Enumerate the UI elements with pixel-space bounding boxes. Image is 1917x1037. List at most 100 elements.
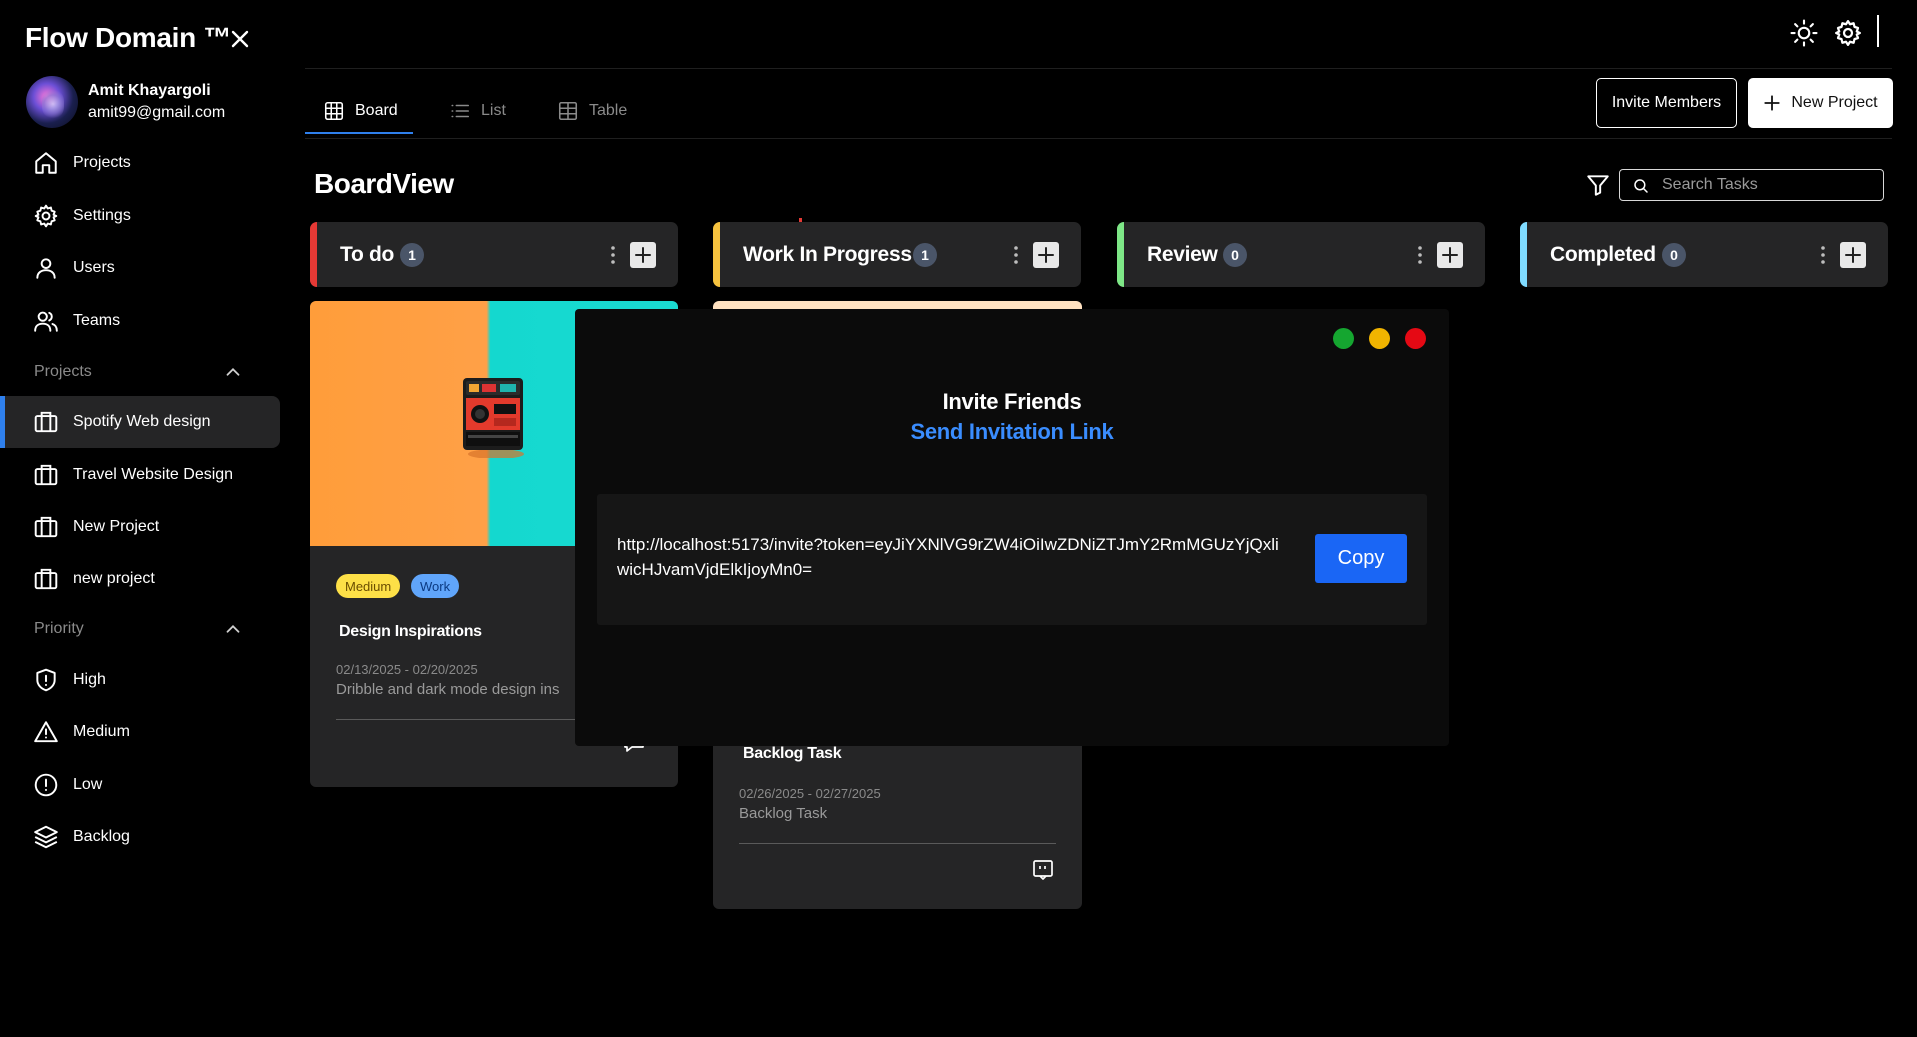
- header-divider-line: [305, 68, 1892, 69]
- layers-icon: [34, 825, 58, 849]
- column-header-todo: To do 1: [310, 222, 678, 287]
- gear-icon[interactable]: [1833, 18, 1863, 48]
- sidebar-item-settings[interactable]: Settings: [0, 190, 280, 242]
- column-color-bar: [310, 222, 317, 287]
- home-icon: [35, 152, 57, 174]
- sidebar: Flow Domain ™ Amit Khayargoli amit99@gma…: [0, 0, 290, 1037]
- sidebar-item-label: New Project: [73, 518, 160, 535]
- tab-label: Table: [589, 102, 628, 119]
- shield-alert-icon: [36, 668, 56, 692]
- column-header-in-progress: Work In Progress 1: [713, 222, 1081, 287]
- circle-alert-icon: [34, 773, 58, 797]
- chevron-up-icon[interactable]: [222, 618, 244, 640]
- invite-link-text[interactable]: http://localhost:5173/invite?token=eyJiY…: [617, 532, 1282, 582]
- user-email: amit99@gmail.com: [88, 104, 226, 121]
- briefcase-icon: [34, 568, 58, 590]
- sidebar-item-projects[interactable]: Projects: [0, 137, 280, 189]
- table-icon: [558, 101, 578, 121]
- sidebar-item-label: Backlog: [73, 828, 130, 845]
- search-input[interactable]: [1662, 172, 1877, 198]
- column-header-review: Review 0: [1117, 222, 1485, 287]
- copy-button[interactable]: Copy: [1315, 534, 1407, 583]
- column-count-badge: 0: [1223, 243, 1247, 267]
- invite-members-button[interactable]: Invite Members: [1596, 78, 1737, 128]
- more-vertical-icon[interactable]: [603, 244, 623, 266]
- tab-table[interactable]: Table: [557, 88, 627, 134]
- user-name: Amit Khayargoli: [88, 82, 211, 99]
- sidebar-item-label: High: [73, 671, 106, 688]
- column-count-badge: 1: [913, 243, 937, 267]
- tab-list[interactable]: List: [449, 88, 506, 134]
- search-box[interactable]: [1619, 169, 1884, 201]
- more-vertical-icon[interactable]: [1410, 244, 1430, 266]
- window-minimize-button[interactable]: [1369, 328, 1390, 349]
- column-title: Work In Progress: [743, 242, 912, 266]
- camera-image: [463, 378, 524, 458]
- comment-icon[interactable]: [1031, 858, 1055, 882]
- window-close-button[interactable]: [1405, 328, 1426, 349]
- avatar[interactable]: [26, 76, 78, 128]
- add-task-button[interactable]: [1437, 242, 1463, 268]
- column-header-completed: Completed 0: [1520, 222, 1888, 287]
- sidebar-item-label: Travel Website Design: [73, 466, 234, 483]
- briefcase-icon: [34, 411, 58, 433]
- column-color-bar: [713, 222, 720, 287]
- priority-section-label: Priority: [34, 620, 84, 637]
- window-maximize-button[interactable]: [1333, 328, 1354, 349]
- column-count-badge: 1: [400, 243, 424, 267]
- sidebar-item-teams[interactable]: Teams: [0, 295, 280, 347]
- column-color-bar: [1117, 222, 1124, 287]
- invite-modal: Invite Friends Send Invitation Link http…: [575, 309, 1449, 746]
- search-icon: [1634, 179, 1648, 193]
- card-title: Design Inspirations: [339, 623, 482, 640]
- sidebar-item-label: Spotify Web design: [73, 413, 211, 430]
- card-title: Backlog Task: [743, 745, 842, 762]
- card-description: Dribble and dark mode design ins: [336, 681, 560, 698]
- users-icon: [34, 311, 58, 332]
- tabs-divider: [305, 138, 1892, 139]
- column-color-bar: [1520, 222, 1527, 287]
- drop-indicator: [799, 218, 802, 222]
- new-project-button[interactable]: New Project: [1748, 78, 1893, 128]
- briefcase-icon: [34, 464, 58, 486]
- sidebar-item-label: Teams: [73, 312, 121, 329]
- sidebar-item-project-travel[interactable]: Travel Website Design: [0, 449, 280, 501]
- invite-link-box: http://localhost:5173/invite?token=eyJiY…: [597, 494, 1427, 625]
- sidebar-item-priority-low[interactable]: Low: [0, 759, 280, 811]
- modal-subtitle: Send Invitation Link: [910, 419, 1114, 444]
- active-tab-indicator: [305, 132, 413, 134]
- card-divider: [739, 843, 1056, 844]
- tab-board[interactable]: Board: [323, 88, 398, 134]
- sidebar-item-users[interactable]: Users: [0, 242, 280, 294]
- more-vertical-icon[interactable]: [1813, 244, 1833, 266]
- header-divider: [1877, 15, 1879, 47]
- user-icon: [36, 258, 56, 279]
- sidebar-item-project-spotify[interactable]: Spotify Web design: [0, 396, 280, 448]
- add-task-button[interactable]: [1033, 242, 1059, 268]
- sidebar-item-project-new-lower[interactable]: new project: [0, 553, 280, 605]
- close-icon[interactable]: [228, 27, 252, 51]
- plus-icon: [1764, 95, 1781, 111]
- grid-icon: [324, 101, 344, 121]
- modal-title: Invite Friends: [942, 389, 1082, 414]
- add-task-button[interactable]: [1840, 242, 1866, 268]
- list-icon: [451, 104, 470, 118]
- more-vertical-icon[interactable]: [1006, 244, 1026, 266]
- sidebar-item-label: Medium: [73, 723, 130, 740]
- sidebar-item-priority-medium[interactable]: Medium: [0, 706, 280, 758]
- sidebar-item-label: new project: [73, 570, 155, 587]
- projects-section-label: Projects: [34, 363, 92, 380]
- sidebar-item-project-new[interactable]: New Project: [0, 501, 280, 553]
- sidebar-item-priority-backlog[interactable]: Backlog: [0, 811, 280, 863]
- column-title: Completed: [1550, 242, 1656, 266]
- card-date-range: 02/13/2025 - 02/20/2025: [336, 662, 478, 677]
- add-task-button[interactable]: [630, 242, 656, 268]
- sidebar-item-label: Low: [73, 776, 103, 793]
- new-project-label: New Project: [1791, 94, 1878, 111]
- sidebar-item-priority-high[interactable]: High: [0, 654, 280, 706]
- sun-icon[interactable]: [1789, 18, 1819, 48]
- page-title: BoardView: [314, 168, 454, 199]
- filter-icon[interactable]: [1585, 172, 1611, 198]
- briefcase-icon: [34, 516, 58, 538]
- chevron-up-icon[interactable]: [222, 361, 244, 383]
